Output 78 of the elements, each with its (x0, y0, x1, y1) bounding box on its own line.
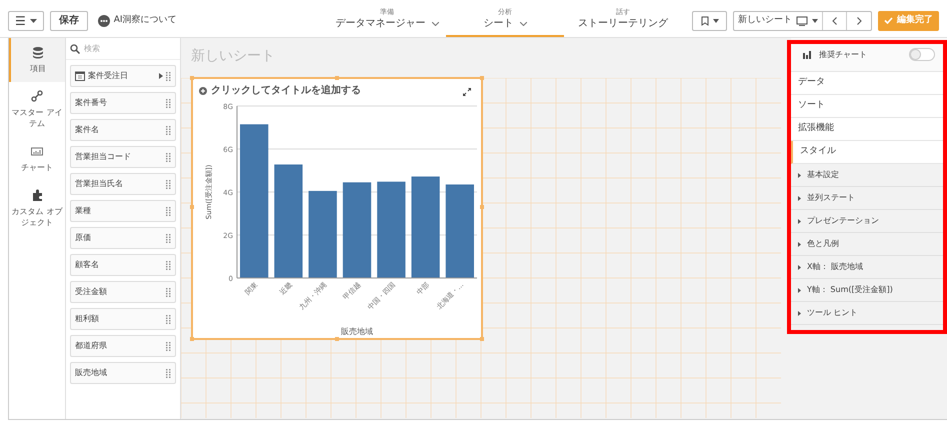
link-icon (31, 90, 43, 103)
field-item[interactable]: 原価 (70, 227, 176, 249)
field-item[interactable]: 販売地域 (70, 362, 176, 384)
drag-handle-icon (166, 260, 171, 270)
toggle-switch[interactable] (909, 48, 935, 61)
resize-handle[interactable] (190, 76, 194, 80)
add-icon (199, 86, 207, 94)
field-item[interactable]: 受注金額 (70, 281, 176, 303)
nav-tab[interactable]: 項目 (9, 38, 65, 82)
drag-handle-icon (166, 314, 171, 324)
resize-handle[interactable] (480, 205, 484, 209)
field-item[interactable]: 業種 (70, 200, 176, 222)
panel-tab[interactable]: データ (791, 72, 947, 95)
bar-chart-icon (803, 50, 813, 59)
menu-button[interactable]: ☰ (8, 10, 44, 30)
resize-handle[interactable] (335, 76, 339, 80)
drag-handle-icon (166, 126, 171, 134)
field-item[interactable]: 案件受注日 (70, 65, 176, 87)
expand-arrow-icon (798, 288, 801, 292)
expand-arrow-icon (798, 242, 801, 246)
drag-handle-icon (166, 342, 171, 350)
caret-icon (30, 18, 37, 22)
resize-handle[interactable] (480, 76, 484, 80)
save-button[interactable]: 保存 (50, 10, 88, 30)
drag-handle-icon (166, 98, 171, 108)
field-item[interactable]: 案件名 (70, 119, 176, 141)
chat-icon (98, 14, 110, 26)
chevron-left-icon (832, 16, 837, 24)
panel-tab[interactable]: 拡張機能 (791, 118, 947, 141)
caret-icon (812, 18, 818, 22)
field-item[interactable]: 都道府県 (70, 335, 176, 357)
expand-arrow-icon (798, 196, 801, 200)
chart-title[interactable]: クリックしてタイトルを追加する (211, 83, 361, 98)
drag-handle-icon (166, 180, 171, 188)
screen-icon (796, 16, 808, 26)
search-field[interactable]: 検索 (84, 42, 174, 54)
expand-arrow-icon (798, 310, 801, 316)
bar-chart-icon (31, 145, 43, 158)
expand-arrow-icon (798, 218, 801, 224)
bar[interactable] (240, 124, 268, 278)
resize-handle[interactable] (335, 337, 339, 341)
bookmark-icon (700, 16, 708, 26)
database-icon (32, 46, 44, 59)
calendar-icon (75, 71, 85, 81)
field-item[interactable]: 営業担当コード (70, 146, 176, 168)
puzzle-icon (31, 189, 43, 202)
bar[interactable] (274, 164, 303, 278)
caret-icon (712, 18, 718, 22)
bar[interactable] (342, 182, 372, 278)
recommended-chart-label: 推奨チャート (819, 48, 868, 60)
panel-tab[interactable]: ソート (791, 95, 947, 118)
ai-insight-link[interactable]: AI洞察について (98, 14, 177, 28)
expand-icon (463, 88, 471, 96)
field-item[interactable]: 営業担当氏名 (70, 173, 176, 195)
drag-handle-icon (166, 234, 171, 242)
drag-handle-icon (166, 72, 171, 80)
check-icon (884, 17, 893, 24)
bar[interactable] (446, 184, 474, 278)
drag-handle-icon (166, 288, 171, 296)
x-axis-title: 販売地域 (341, 327, 373, 336)
drag-handle-icon (166, 206, 171, 216)
bar[interactable] (377, 182, 406, 278)
bookmark-button[interactable] (692, 10, 727, 30)
resize-handle[interactable] (480, 337, 484, 341)
field-item[interactable]: 粗利額 (70, 308, 176, 330)
bar[interactable] (308, 190, 337, 278)
resize-handle[interactable] (190, 205, 194, 209)
expand-arrow-icon (798, 264, 801, 270)
field-item[interactable]: 案件番号 (70, 92, 176, 114)
drag-handle-icon (166, 152, 171, 162)
resize-handle[interactable] (190, 337, 194, 341)
field-item[interactable]: 顧客名 (70, 254, 176, 276)
drag-handle-icon (166, 368, 171, 378)
expand-arrow-icon (159, 73, 163, 79)
expand-arrow-icon (798, 172, 801, 178)
search-icon (70, 44, 80, 54)
chevron-right-icon (856, 16, 862, 24)
bar[interactable] (411, 176, 440, 278)
